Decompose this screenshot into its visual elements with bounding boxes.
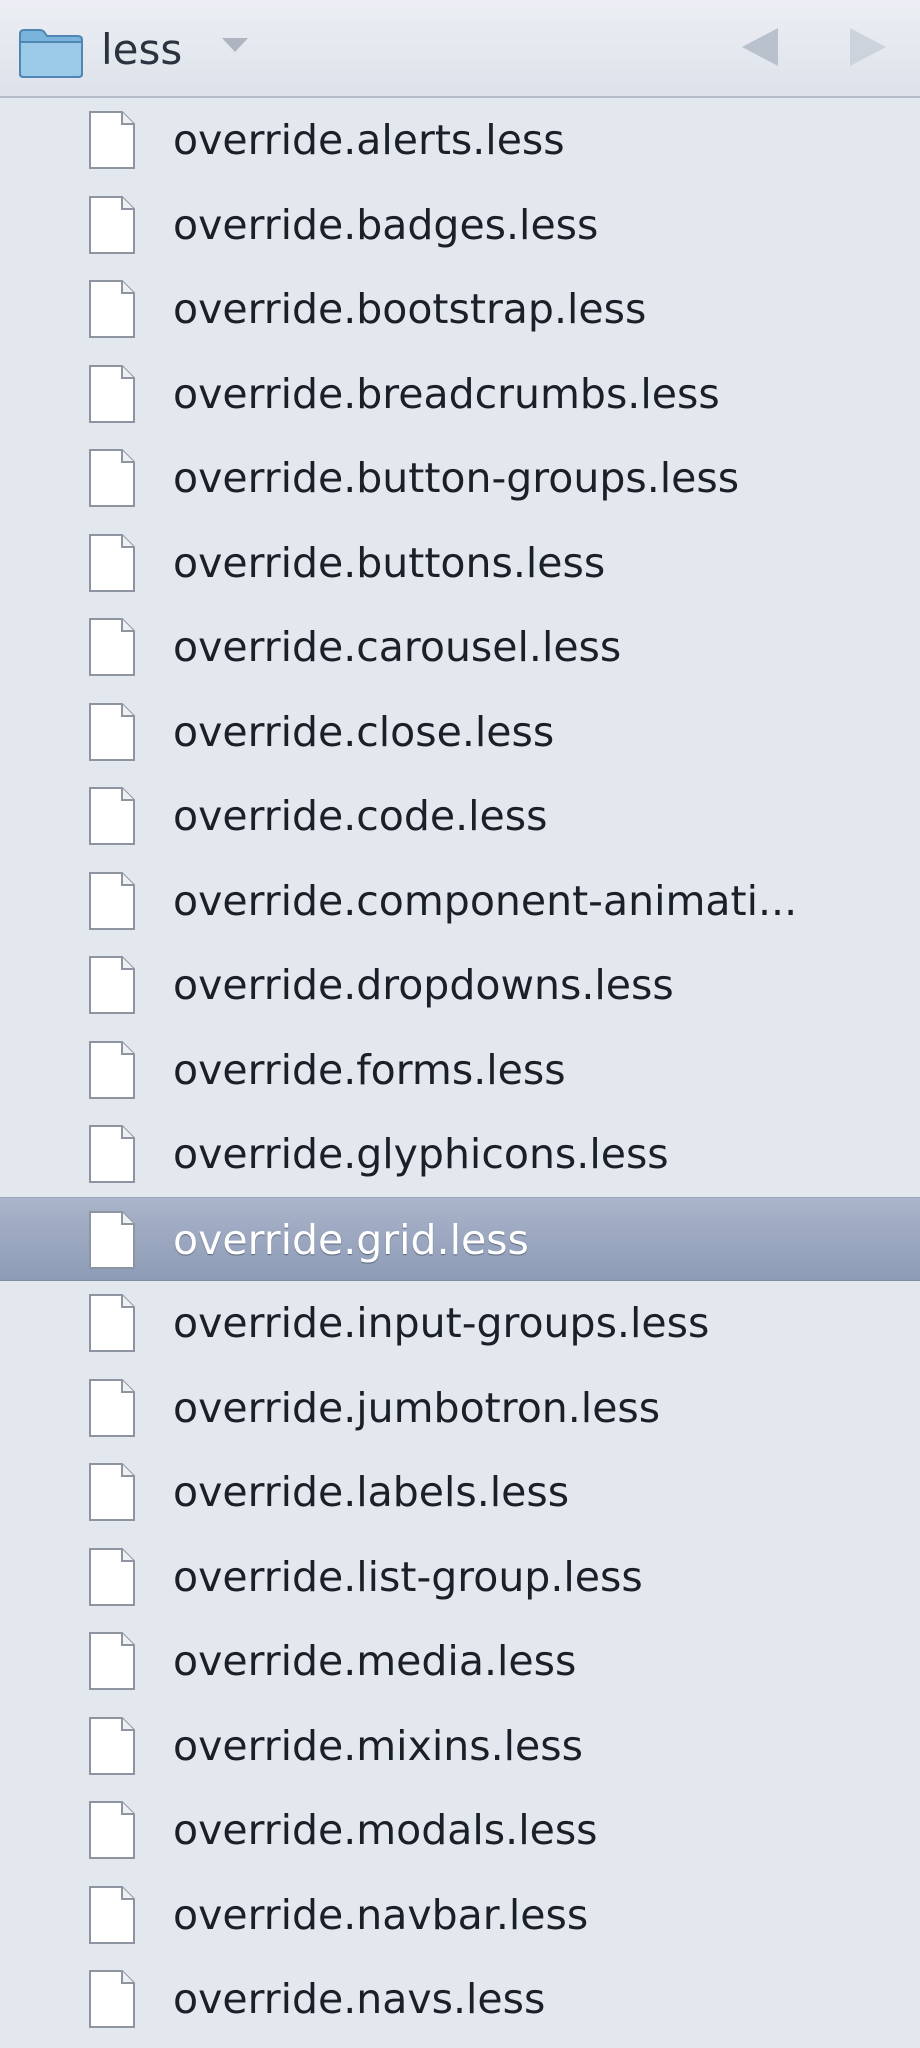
document-icon	[89, 111, 135, 169]
file-row[interactable]: override.buttons.less	[0, 521, 920, 606]
document-icon	[89, 195, 135, 254]
file-row[interactable]: override.code.less	[0, 774, 920, 859]
document-icon	[89, 1040, 135, 1099]
column-header: less	[0, 0, 920, 98]
document-icon	[89, 1716, 135, 1775]
file-name: override.bootstrap.less	[173, 285, 647, 333]
file-name: override.glyphicons.less	[173, 1130, 669, 1178]
file-name: override.media.less	[173, 1637, 577, 1685]
file-name: override.code.less	[173, 792, 548, 840]
file-row[interactable]: override.forms.less	[0, 1028, 920, 1113]
file-name: override.breadcrumbs.less	[173, 369, 720, 418]
document-icon	[89, 533, 135, 592]
file-name: override.dropdowns.less	[173, 961, 674, 1009]
file-name: override.component-animati...	[173, 876, 798, 925]
file-row[interactable]: override.labels.less	[0, 1450, 920, 1535]
file-row[interactable]: override.list-group.less	[0, 1535, 920, 1620]
file-name: override.carousel.less	[173, 623, 622, 671]
document-icon	[89, 1463, 135, 1521]
document-icon	[89, 1378, 135, 1437]
file-row[interactable]: override.modals.less	[0, 1788, 920, 1873]
file-name: override.input-groups.less	[173, 1299, 710, 1347]
file-row[interactable]: override.badges.less	[0, 183, 920, 268]
file-row[interactable]: override.close.less	[0, 690, 920, 775]
file-row[interactable]: override.mixins.less	[0, 1704, 920, 1789]
file-browser-column: less override.alerts.less override.badges…	[0, 0, 920, 2048]
document-icon	[89, 449, 135, 507]
file-row[interactable]: override.jumbotron.less	[0, 1366, 920, 1451]
document-icon	[89, 280, 135, 338]
file-name: override.labels.less	[173, 1468, 570, 1516]
file-row[interactable]: override.input-groups.less	[0, 1281, 920, 1366]
file-row[interactable]: override.grid.less	[0, 1196, 920, 1281]
file-row[interactable]: override.breadcrumbs.less	[0, 352, 920, 437]
folder-icon	[19, 29, 83, 78]
file-name: override.forms.less	[173, 1045, 566, 1094]
document-icon	[89, 702, 135, 761]
file-name: override.alerts.less	[173, 116, 565, 164]
file-list: override.alerts.less override.badges.less…	[0, 98, 920, 2042]
forward-arrow-icon[interactable]	[850, 28, 886, 66]
document-icon	[89, 1547, 135, 1606]
document-icon	[89, 1885, 135, 1944]
file-row[interactable]: override.component-animati...	[0, 859, 920, 944]
file-row[interactable]: override.dropdowns.less	[0, 943, 920, 1028]
file-row[interactable]: override.alerts.less	[0, 98, 920, 183]
document-icon	[89, 1632, 135, 1690]
file-name: override.buttons.less	[173, 538, 606, 587]
file-name: override.grid.less	[173, 1215, 529, 1264]
file-row[interactable]: override.navs.less	[0, 1957, 920, 2042]
file-row[interactable]: override.button-groups.less	[0, 436, 920, 521]
document-icon	[89, 1125, 135, 1183]
file-name: override.modals.less	[173, 1806, 598, 1854]
file-row[interactable]: override.bootstrap.less	[0, 267, 920, 352]
file-name: override.jumbotron.less	[173, 1383, 661, 1432]
document-icon	[89, 618, 135, 676]
document-icon	[89, 871, 135, 930]
document-icon	[89, 1970, 135, 2028]
file-name: override.badges.less	[173, 200, 599, 249]
file-name: override.close.less	[173, 707, 555, 756]
file-name: override.mixins.less	[173, 1721, 583, 1770]
file-name: override.button-groups.less	[173, 454, 740, 502]
file-row[interactable]: override.navbar.less	[0, 1873, 920, 1958]
file-row[interactable]: override.glyphicons.less	[0, 1112, 920, 1197]
document-icon	[89, 787, 135, 845]
back-arrow-icon[interactable]	[742, 28, 778, 66]
file-name: override.list-group.less	[173, 1552, 643, 1601]
file-row[interactable]: override.media.less	[0, 1619, 920, 1704]
dropdown-arrow-icon[interactable]	[222, 38, 248, 52]
document-icon	[89, 1294, 135, 1352]
file-row[interactable]: override.carousel.less	[0, 605, 920, 690]
document-icon	[89, 956, 135, 1014]
folder-name: less	[101, 25, 183, 74]
document-icon	[89, 364, 135, 423]
file-name: override.navbar.less	[173, 1890, 589, 1939]
document-icon	[89, 1801, 135, 1859]
document-icon	[89, 1210, 135, 1269]
file-name: override.navs.less	[173, 1975, 546, 2023]
